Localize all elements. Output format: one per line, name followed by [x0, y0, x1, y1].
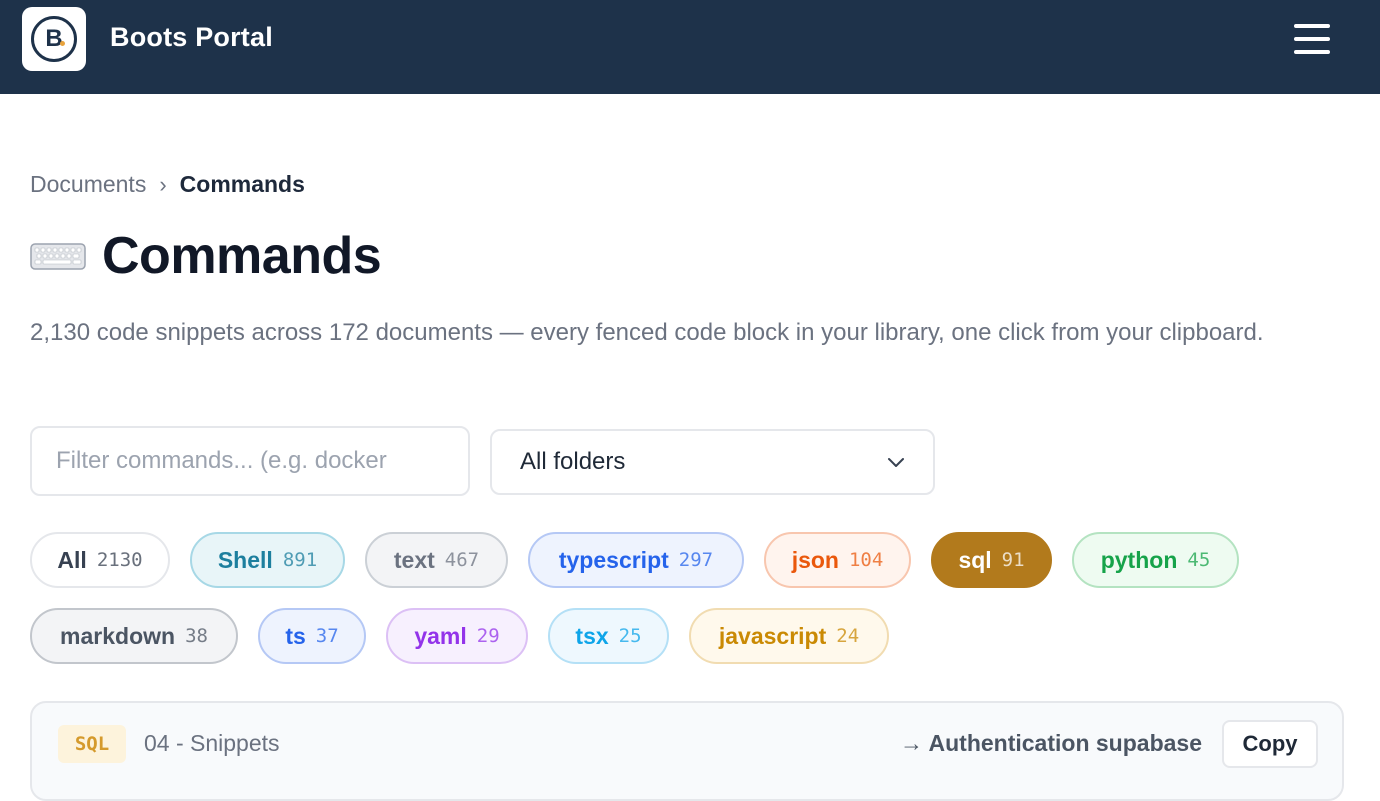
chip-typescript[interactable]: typescript 297 [528, 532, 744, 588]
chip-label: javascript [718, 622, 827, 649]
chip-label: text [393, 546, 435, 573]
chip-markdown[interactable]: markdown 38 [30, 608, 238, 664]
copy-button[interactable]: Copy [1222, 720, 1318, 768]
chip-count: 37 [315, 625, 339, 647]
folder-select-value: All folders [520, 448, 626, 475]
chip-label: tsx [575, 622, 609, 649]
chip-label: python [1100, 546, 1178, 573]
breadcrumb: Documents › Commands [30, 171, 305, 198]
chip-shell[interactable]: Shell 891 [190, 532, 345, 588]
chip-count: 45 [1187, 549, 1211, 571]
logo-mark: B [31, 16, 77, 62]
chip-sql[interactable]: sql 91 [931, 532, 1052, 588]
snippet-folder: 04 - Snippets [144, 730, 280, 756]
page-title: Commands [30, 226, 382, 286]
chip-label: markdown [60, 622, 176, 649]
chip-javascript[interactable]: javascript 24 [689, 608, 889, 664]
chip-label: sql [958, 546, 992, 573]
chip-label: Shell [217, 546, 273, 573]
chip-tsx[interactable]: tsx 25 [548, 608, 669, 664]
language-badge: SQL [58, 725, 126, 763]
chip-json[interactable]: json 104 [764, 532, 911, 588]
chip-count: 24 [836, 625, 860, 647]
keyboard-icon [30, 243, 86, 270]
chip-label: ts [285, 622, 306, 649]
breadcrumb-documents-link[interactable]: Documents [30, 171, 146, 198]
snippet-card: SQL 04 - Snippets → Authentication supab… [30, 701, 1344, 801]
chip-count: 467 [444, 549, 480, 571]
chip-ts[interactable]: ts 37 [258, 608, 366, 664]
chip-count: 297 [678, 549, 714, 571]
chip-label: yaml [414, 622, 467, 649]
chip-label: json [791, 546, 839, 573]
chip-text[interactable]: text 467 [365, 532, 508, 588]
logo-dot [60, 41, 65, 46]
snippet-document-link[interactable]: → Authentication supabase [900, 730, 1202, 757]
chip-all[interactable]: All 2130 [30, 532, 170, 588]
folder-select[interactable]: All folders [490, 429, 935, 495]
filter-commands-input[interactable] [30, 426, 470, 496]
app-title[interactable]: Boots Portal [110, 22, 273, 53]
chip-count: 29 [476, 625, 500, 647]
logo[interactable]: B [22, 7, 86, 71]
chevron-down-icon [888, 458, 904, 467]
chip-count: 2130 [96, 549, 143, 571]
chip-count: 891 [282, 549, 318, 571]
top-navbar: B Boots Portal [0, 0, 1380, 94]
page-subtitle: 2,130 code snippets across 172 documents… [30, 319, 1264, 346]
chip-label: typescript [558, 546, 669, 573]
chip-yaml[interactable]: yaml 29 [386, 608, 528, 664]
hamburger-menu-icon[interactable] [1290, 22, 1334, 56]
logo-letter: B [45, 25, 63, 52]
chip-count: 25 [618, 625, 642, 647]
breadcrumb-separator: › [159, 171, 167, 197]
breadcrumb-current: Commands [179, 171, 305, 197]
chip-count: 104 [848, 549, 884, 571]
page-title-text: Commands [102, 227, 382, 285]
chip-count: 38 [185, 625, 208, 647]
chip-label: All [57, 546, 87, 573]
chip-python[interactable]: python 45 [1072, 532, 1239, 588]
chip-count: 91 [1001, 549, 1025, 571]
